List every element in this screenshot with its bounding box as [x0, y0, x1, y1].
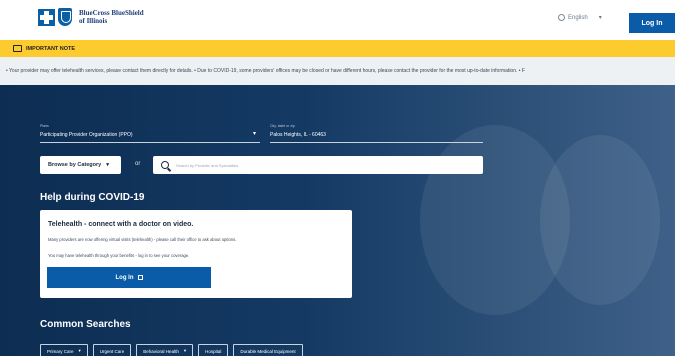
- plan-chevron-down-icon[interactable]: ▾: [253, 130, 256, 137]
- common-searches-title: Common Searches: [40, 319, 131, 330]
- chevron-down-icon: ▾: [78, 348, 81, 353]
- search-placeholder: Search by Provider and Specialties: [176, 162, 239, 168]
- chip-behavioral-health[interactable]: Behavioral Health ▾: [136, 344, 194, 356]
- chip-primary-care[interactable]: Primary Care ▾: [40, 344, 88, 356]
- plan-field-underline: [40, 142, 260, 143]
- chip-label: Behavioral Health: [143, 348, 179, 354]
- telehealth-card: Telehealth - connect with a doctor on vi…: [40, 210, 352, 298]
- or-separator: or: [135, 161, 141, 167]
- brand-logo[interactable]: BlueCross BlueShield of Illinois: [38, 8, 144, 26]
- location-field-underline: [270, 142, 483, 143]
- telehealth-card-title: Telehealth - connect with a doctor on vi…: [48, 221, 194, 228]
- search-icon: [161, 161, 169, 169]
- login-button[interactable]: Log In: [629, 13, 675, 33]
- globe-icon: [558, 14, 565, 21]
- speech-bubble-icon: [13, 45, 22, 52]
- chip-hospital[interactable]: Hospital: [198, 344, 229, 356]
- bluecross-logo-icon: [38, 8, 55, 26]
- chip-label: Hospital: [205, 348, 222, 354]
- blueshield-logo-icon: [58, 8, 72, 26]
- hero-photo-figure: [540, 135, 660, 305]
- browse-category-label: Browse by Category: [48, 162, 102, 168]
- site-header: BlueCross BlueShield of Illinois English…: [0, 0, 675, 40]
- chevron-down-icon: ▾: [183, 348, 187, 353]
- browse-category-button[interactable]: Browse by Category ▾: [40, 156, 121, 174]
- brand-name-line1: BlueCross BlueShield: [79, 9, 144, 17]
- chip-label: Urgent Care: [99, 348, 125, 354]
- common-searches-list: Primary Care ▾ Urgent Care Behavioral He…: [40, 344, 303, 356]
- brand-name-line2: of Illinois: [79, 17, 108, 25]
- location-input[interactable]: Palos Heights, IL - 60463: [270, 132, 326, 138]
- chip-label: Primary Care: [47, 348, 74, 354]
- location-field-label: City, state or zip: [270, 124, 295, 128]
- language-selector[interactable]: English ▾: [558, 14, 602, 21]
- telehealth-login-button[interactable]: Log In: [47, 267, 211, 288]
- covid-section-title: Help during COVID-19: [40, 192, 145, 203]
- important-note-bar: IMPORTANT NOTE: [0, 40, 675, 57]
- chip-label: Durable Medical Equipment: [240, 348, 296, 354]
- provider-search-input[interactable]: Search by Provider and Specialties: [153, 156, 483, 174]
- chevron-down-icon: ▾: [106, 162, 109, 168]
- chip-durable-medical-equipment[interactable]: Durable Medical Equipment: [233, 344, 303, 356]
- notice-ticker: • Your provider may offer telehealth ser…: [0, 57, 675, 85]
- plan-field-label: Plans: [40, 124, 49, 128]
- external-link-icon: [137, 275, 143, 280]
- language-label: English: [568, 14, 588, 21]
- chevron-down-icon: ▾: [598, 15, 602, 21]
- brand-name: BlueCross BlueShield of Illinois: [79, 9, 144, 25]
- plan-select[interactable]: Participating Provider Organization (PPO…: [40, 132, 133, 138]
- telehealth-card-text: You may have telehealth through your ben…: [48, 253, 190, 258]
- notice-ticker-text: • Your provider may offer telehealth ser…: [6, 68, 525, 74]
- chip-urgent-care[interactable]: Urgent Care: [92, 344, 132, 356]
- important-note-label: IMPORTANT NOTE: [26, 45, 76, 52]
- telehealth-login-label: Log In: [115, 274, 134, 281]
- telehealth-card-text: Many providers are now offering virtual …: [48, 237, 237, 242]
